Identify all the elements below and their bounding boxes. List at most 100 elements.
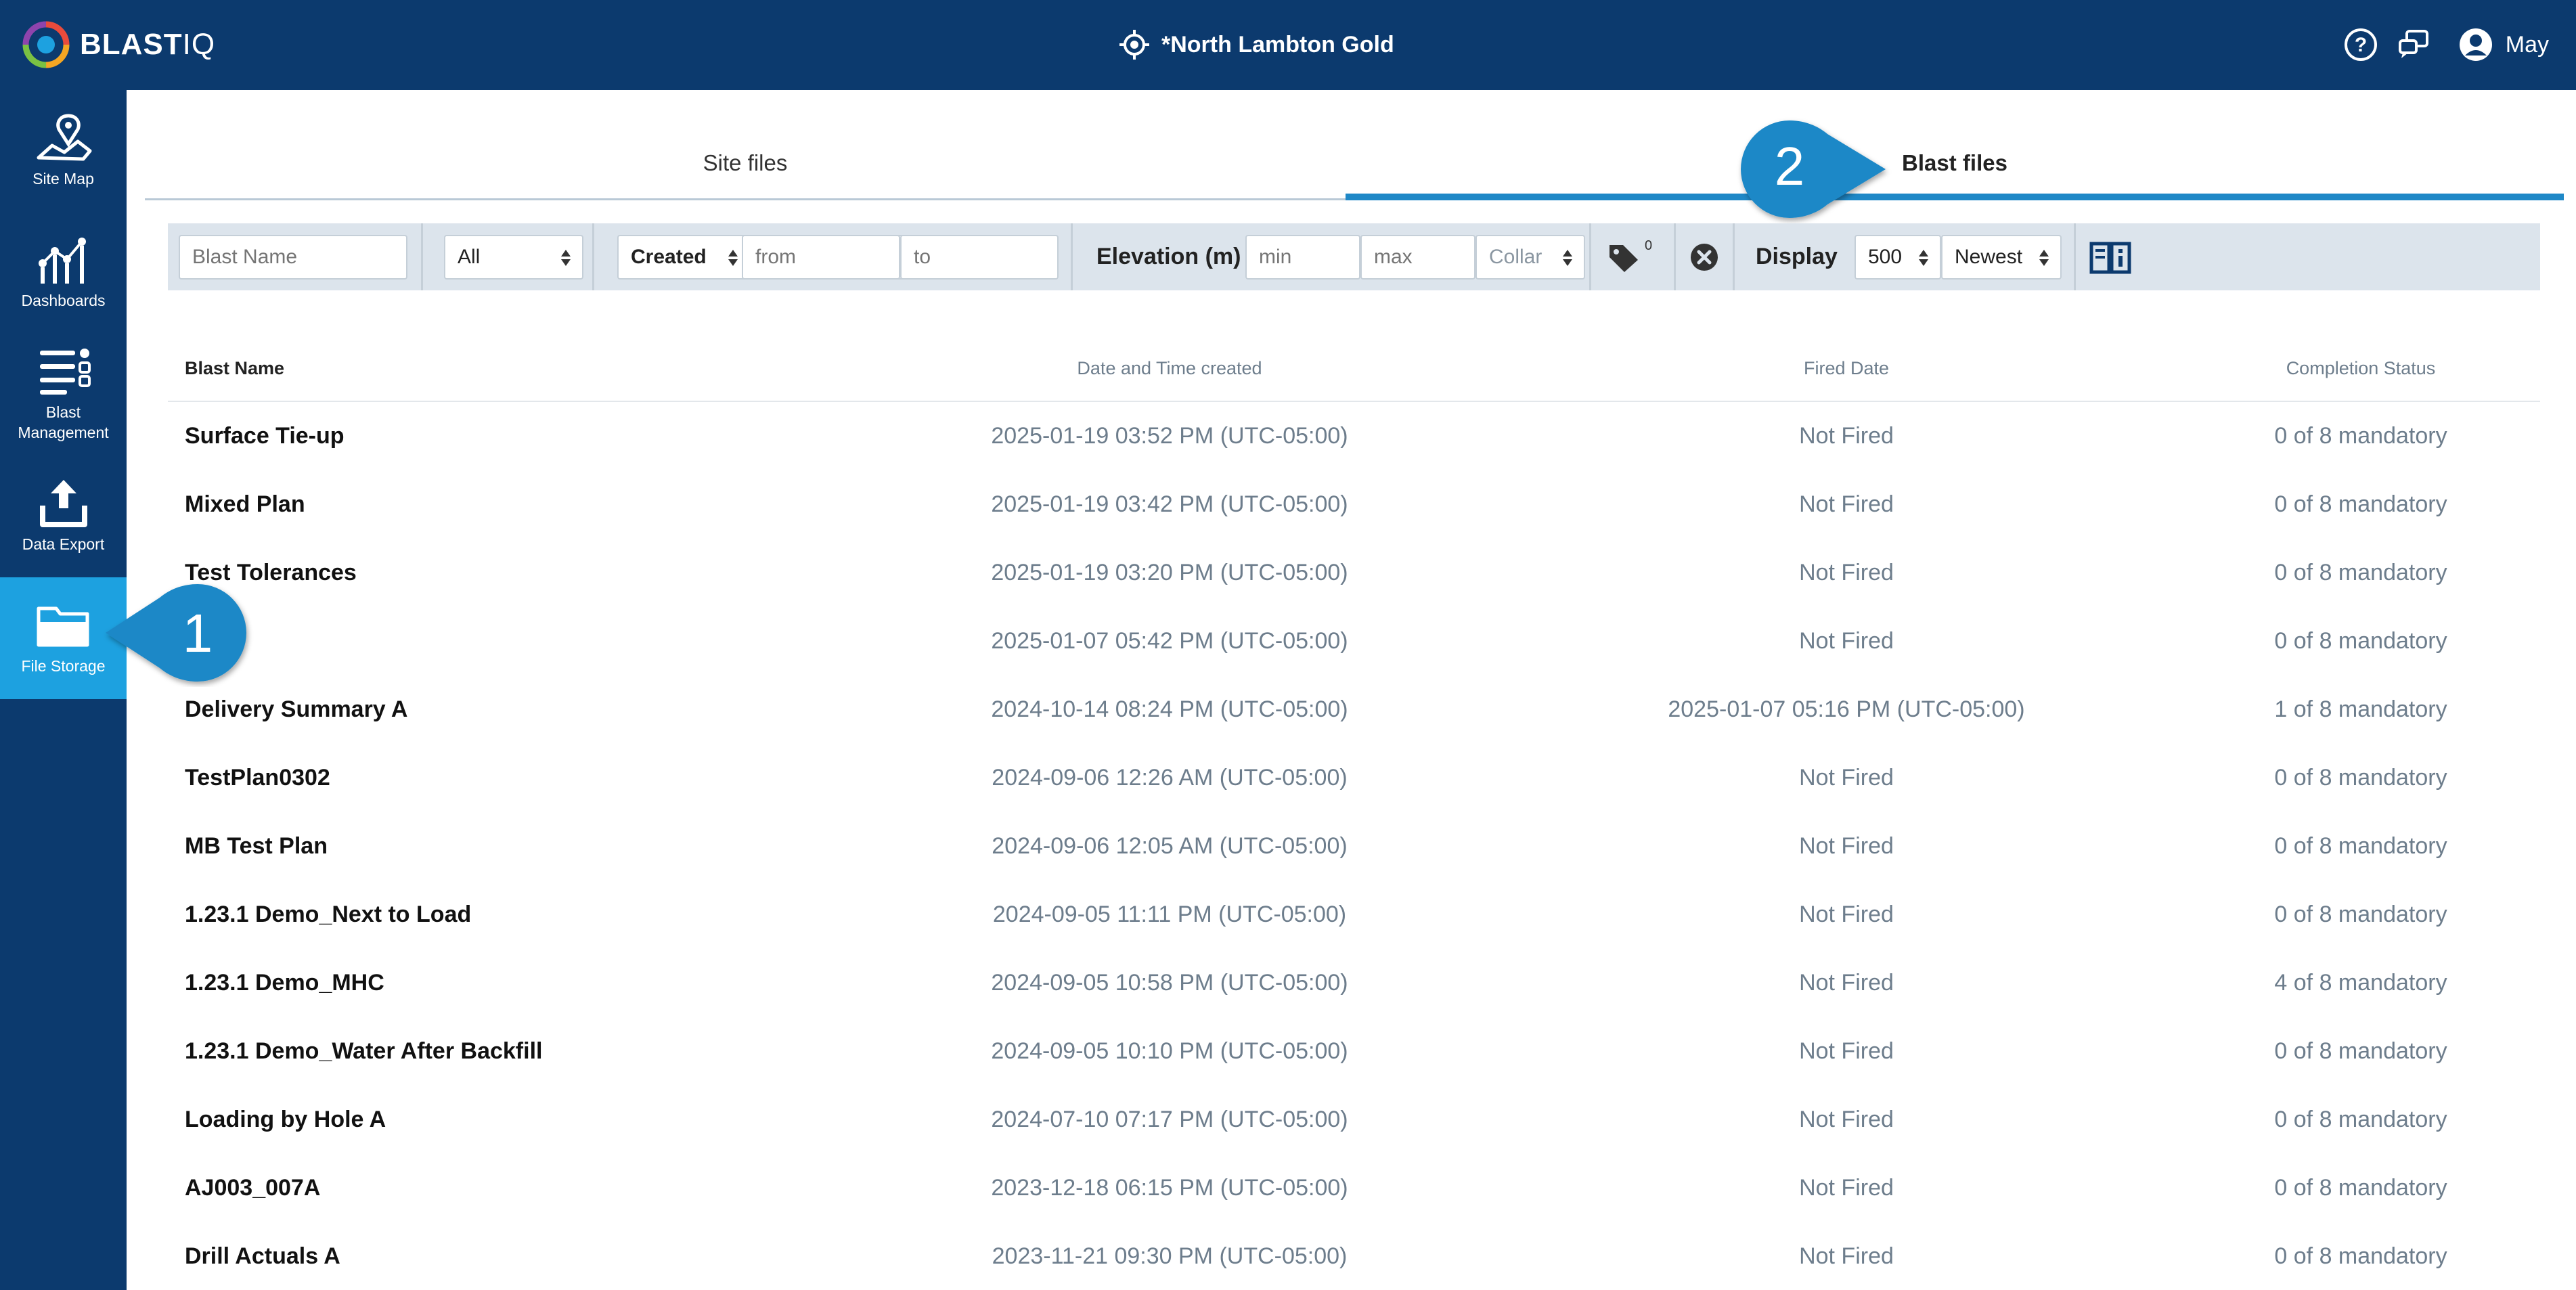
- sidebar-item-blast-management[interactable]: Blast Management: [0, 344, 127, 466]
- cell-completion-status: 0 of 8 mandatory: [2274, 1107, 2447, 1132]
- cell-fired-date: Not Fired: [1799, 491, 1894, 517]
- filter-divider: [592, 223, 594, 290]
- sidebar-item-label: Data Export: [22, 535, 105, 553]
- table-row[interactable]: MB Test Plan 2024-09-06 12:05 AM (UTC-05:…: [168, 812, 2540, 881]
- cell-completion-status: 0 of 8 mandatory: [2274, 1175, 2447, 1201]
- cell-date-created: 2024-09-05 10:58 PM (UTC-05:00): [991, 970, 1348, 996]
- upload-icon: [39, 480, 87, 527]
- cell-fired-date: Not Fired: [1799, 560, 1894, 585]
- top-bar: BLASTIQ *North Lambton Gold ? May: [0, 0, 2576, 90]
- sort-arrows-icon: [2039, 250, 2049, 266]
- cell-blast-name: Loading by Hole A: [185, 1107, 386, 1132]
- table-row[interactable]: Surface Tie-up 2025-01-19 03:52 PM (UTC-0…: [168, 402, 2540, 470]
- elevation-reference-value: Collar: [1489, 246, 1542, 268]
- cell-date-created: 2025-01-19 03:20 PM (UTC-05:00): [991, 560, 1348, 585]
- cell-blast-name: 1.23.1 Demo_MHC: [185, 970, 384, 996]
- date-from-input[interactable]: [742, 235, 900, 280]
- sort-arrows-icon: [728, 250, 738, 266]
- filter-divider: [2074, 223, 2076, 290]
- cell-fired-date: Not Fired: [1799, 423, 1894, 449]
- top-right-controls: ? May: [2326, 24, 2549, 65]
- help-icon[interactable]: ?: [2343, 27, 2378, 62]
- table-row[interactable]: AJ003_007A 2023-12-18 06:15 PM (UTC-05:00…: [168, 1154, 2540, 1222]
- date-field-value: Created: [631, 246, 707, 268]
- tab-blast-files[interactable]: Blast files: [1346, 122, 2564, 200]
- cell-blast-name: TestPlan0302: [185, 765, 330, 791]
- blastiq-logo-icon: [22, 21, 70, 68]
- table-row[interactable]: Delivery Summary A 2024-10-14 08:24 PM (U…: [168, 675, 2540, 744]
- cell-fired-date: Not Fired: [1799, 833, 1894, 859]
- blast-type-select[interactable]: All: [444, 235, 583, 280]
- elevation-reference-select[interactable]: Collar: [1475, 235, 1585, 280]
- site-selector[interactable]: *North Lambton Gold: [1118, 26, 1394, 64]
- table-row[interactable]: Loading by Hole A 2024-07-10 07:17 PM (UT…: [168, 1086, 2540, 1154]
- filter-divider: [421, 223, 423, 290]
- blast-type-value: All: [458, 246, 481, 268]
- folder-icon: [37, 606, 89, 647]
- cell-completion-status: 0 of 8 mandatory: [2274, 423, 2447, 449]
- column-header-completion-status[interactable]: Completion Status: [2198, 338, 2523, 398]
- table-row[interactable]: 2025-01-07 05:42 PM (UTC-05:00) Not Fired…: [168, 607, 2540, 675]
- elevation-max-input[interactable]: [1360, 235, 1475, 280]
- column-header-date-created[interactable]: Date and Time created: [953, 338, 1386, 398]
- cell-completion-status: 0 of 8 mandatory: [2274, 491, 2447, 517]
- table-row[interactable]: Mixed Plan 2025-01-19 03:42 PM (UTC-05:00…: [168, 470, 2540, 539]
- user-avatar-icon[interactable]: [2458, 27, 2493, 62]
- book-guide-icon[interactable]: [2089, 240, 2132, 275]
- clear-filters-icon[interactable]: [1689, 242, 1719, 272]
- table-row[interactable]: 1.23.1 Demo_MHC 2024-09-05 10:58 PM (UTC-…: [168, 949, 2540, 1017]
- date-to-input[interactable]: [900, 235, 1059, 280]
- cell-date-created: 2023-11-21 09:30 PM (UTC-05:00): [992, 1243, 1348, 1269]
- cell-completion-status: 0 of 8 mandatory: [2274, 560, 2447, 585]
- map-icon: [37, 114, 91, 161]
- cell-blast-name: Drill Actuals A: [185, 1243, 340, 1269]
- cell-completion-status: 0 of 8 mandatory: [2274, 628, 2447, 654]
- crosshair-icon: [1119, 30, 1149, 60]
- sidebar-item-dashboards[interactable]: Dashboards: [0, 232, 127, 334]
- table-row[interactable]: TestPlan0302 2024-09-06 12:26 AM (UTC-05:…: [168, 744, 2540, 812]
- sidebar-item-label: File Storage: [21, 657, 106, 675]
- sidebar: Site Map Dashboards Blast Management Dat…: [0, 90, 127, 1290]
- cell-fired-date: Not Fired: [1799, 970, 1894, 996]
- tag-count: 0: [1645, 238, 1653, 253]
- tab-site-files[interactable]: Site files: [145, 122, 1346, 200]
- sort-arrows-icon: [1919, 250, 1928, 266]
- elevation-min-input[interactable]: [1245, 235, 1360, 280]
- table-row[interactable]: 1.23.1 Demo_Next to Load 2024-09-05 11:11…: [168, 881, 2540, 949]
- cell-completion-status: 0 of 8 mandatory: [2274, 765, 2447, 791]
- app-logo[interactable]: BLASTIQ: [20, 19, 215, 70]
- display-limit-select[interactable]: 500: [1855, 235, 1941, 280]
- tag-filter-icon[interactable]: [1607, 242, 1641, 273]
- cell-completion-status: 0 of 8 mandatory: [2274, 833, 2447, 859]
- filter-divider: [1733, 223, 1735, 290]
- svg-text:?: ?: [2355, 34, 2367, 56]
- user-name[interactable]: May: [2506, 32, 2549, 58]
- cell-fired-date: Not Fired: [1799, 1107, 1894, 1132]
- display-label: Display: [1756, 244, 1838, 269]
- sidebar-item-label: Dashboards: [21, 292, 106, 309]
- column-header-fired-date[interactable]: Fired Date: [1630, 338, 2063, 398]
- table-row[interactable]: Test Tolerances 2025-01-19 03:20 PM (UTC-…: [168, 539, 2540, 607]
- table-row[interactable]: 1.23.1 Demo_Water After Backfill 2024-09-…: [168, 1017, 2540, 1086]
- cell-date-created: 2024-07-10 07:17 PM (UTC-05:00): [991, 1107, 1348, 1132]
- cell-fired-date: Not Fired: [1799, 628, 1894, 654]
- cell-completion-status: 4 of 8 mandatory: [2274, 970, 2447, 996]
- blast-name-search-input[interactable]: [179, 235, 407, 280]
- sidebar-item-label: Site Map: [32, 170, 94, 187]
- cell-completion-status: 0 of 8 mandatory: [2274, 1038, 2447, 1064]
- logo-text-main: BLAST: [80, 28, 183, 61]
- table-row[interactable]: Drill Actuals A 2023-11-21 09:30 PM (UTC-…: [168, 1222, 2540, 1290]
- cell-date-created: 2024-09-06 12:26 AM (UTC-05:00): [992, 765, 1348, 791]
- sort-arrows-icon: [1563, 250, 1572, 266]
- sort-order-select[interactable]: Newest: [1941, 235, 2062, 280]
- sort-arrows-icon: [561, 250, 571, 266]
- chat-icon[interactable]: [2396, 27, 2431, 62]
- sidebar-item-site-map[interactable]: Site Map: [0, 110, 127, 212]
- column-header-blast-name[interactable]: Blast Name: [185, 338, 284, 398]
- cell-blast-name: MB Test Plan: [185, 833, 328, 859]
- filter-divider: [1071, 223, 1073, 290]
- callout-1-number: 1: [182, 603, 213, 663]
- cell-completion-status: 0 of 8 mandatory: [2274, 902, 2447, 927]
- sidebar-item-data-export[interactable]: Data Export: [0, 476, 127, 591]
- cell-completion-status: 1 of 8 mandatory: [2274, 696, 2447, 722]
